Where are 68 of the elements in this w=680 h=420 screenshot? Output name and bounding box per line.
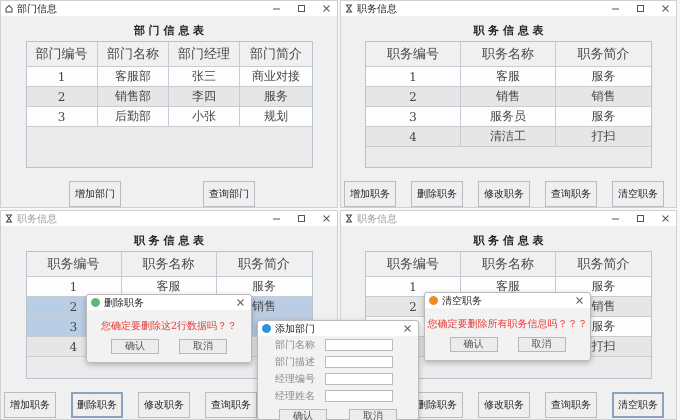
table-cell: 3 — [409, 110, 417, 124]
table-cell: 服务 — [592, 278, 616, 295]
column-header: 职务简介 — [576, 46, 630, 64]
table-cell: 4 — [70, 340, 78, 354]
field-label: 经理编号 — [275, 372, 316, 386]
column-header: 部门编号 — [26, 42, 98, 66]
dialog-title: 添加部门 — [275, 322, 315, 336]
table-cell: 服务 — [592, 108, 616, 125]
column-header: 职务简介 — [576, 256, 630, 274]
field-label: 部门名称 — [275, 338, 316, 352]
table-cell: 1 — [409, 280, 417, 294]
window-title: 职务信息 — [357, 2, 397, 16]
table-cell: 李四 — [192, 88, 216, 105]
table-cell: 商业对接 — [252, 68, 300, 85]
table-cell: 2 — [58, 90, 66, 104]
table-cell: 打扫 — [592, 128, 616, 145]
column-header: 职务编号 — [26, 252, 122, 276]
column-header: 职务编号 — [366, 252, 461, 276]
table-cell: 1 — [58, 70, 66, 84]
column-header: 部门名称 — [98, 42, 169, 66]
window-title: 职务信息 — [17, 212, 57, 226]
column-header: 职务名称 — [461, 252, 556, 276]
table-cell: 2 — [409, 300, 417, 314]
table-cell: 4 — [409, 130, 417, 144]
table-cell: 服务 — [592, 68, 616, 85]
table-cell: 销售 — [252, 298, 276, 315]
table-cell: 服务 — [252, 278, 276, 295]
table-cell: 小张 — [192, 108, 216, 125]
table-cell: 2 — [70, 300, 78, 314]
table-cell: 销售 — [496, 88, 520, 105]
dialog-message: 您确定要删除所有职务信息吗？？？ — [426, 318, 588, 331]
column-header: 职务名称 — [122, 252, 216, 276]
table-cell: 3 — [58, 110, 66, 124]
table-cell: 销售 — [592, 88, 616, 105]
window-title: 部门信息 — [17, 2, 57, 16]
dialog-title: 清空职务 — [442, 294, 482, 308]
table-cell: 客服 — [156, 278, 180, 295]
table-heading: 职 务 信 息 表 — [134, 233, 204, 248]
table-cell: 清洁工 — [490, 128, 526, 145]
table-cell: 服务员 — [490, 108, 526, 125]
table-cell: 客服 — [496, 68, 520, 85]
dialog-message: 您确定要删除这2行数据吗？？ — [100, 320, 238, 333]
table-cell: 3 — [70, 320, 78, 334]
table-cell: 服务 — [264, 88, 288, 105]
table-cell: 张三 — [192, 68, 216, 85]
column-header: 部门经理 — [169, 42, 240, 66]
column-header: 职务编号 — [366, 42, 461, 66]
field-label: 部门描述 — [275, 356, 316, 369]
table-cell: 服务 — [592, 318, 616, 335]
dialog-title: 删除职务 — [104, 296, 144, 310]
column-header: 职务简介 — [237, 256, 291, 274]
window-title: 职务信息 — [357, 212, 397, 226]
column-header: 职务名称 — [461, 42, 556, 66]
column-header: 部门简介 — [248, 46, 303, 64]
table-heading: 部 门 信 息 表 — [134, 23, 204, 38]
table-cell: 2 — [409, 90, 417, 104]
table-cell: 销售 — [592, 298, 616, 315]
table-cell: 规划 — [264, 108, 288, 125]
table-cell: 销售部 — [114, 88, 151, 105]
field-label: 经理姓名 — [275, 390, 316, 403]
table-cell: 打扫 — [592, 338, 616, 355]
table-heading: 职 务 信 息 表 — [473, 233, 544, 248]
table-cell: 1 — [70, 280, 78, 294]
table-cell: 客服 — [496, 278, 520, 295]
table-heading: 职 务 信 息 表 — [473, 23, 544, 38]
table-cell: 客服部 — [114, 68, 151, 85]
table-cell: 1 — [409, 70, 417, 84]
table-cell: 后勤部 — [114, 108, 151, 125]
